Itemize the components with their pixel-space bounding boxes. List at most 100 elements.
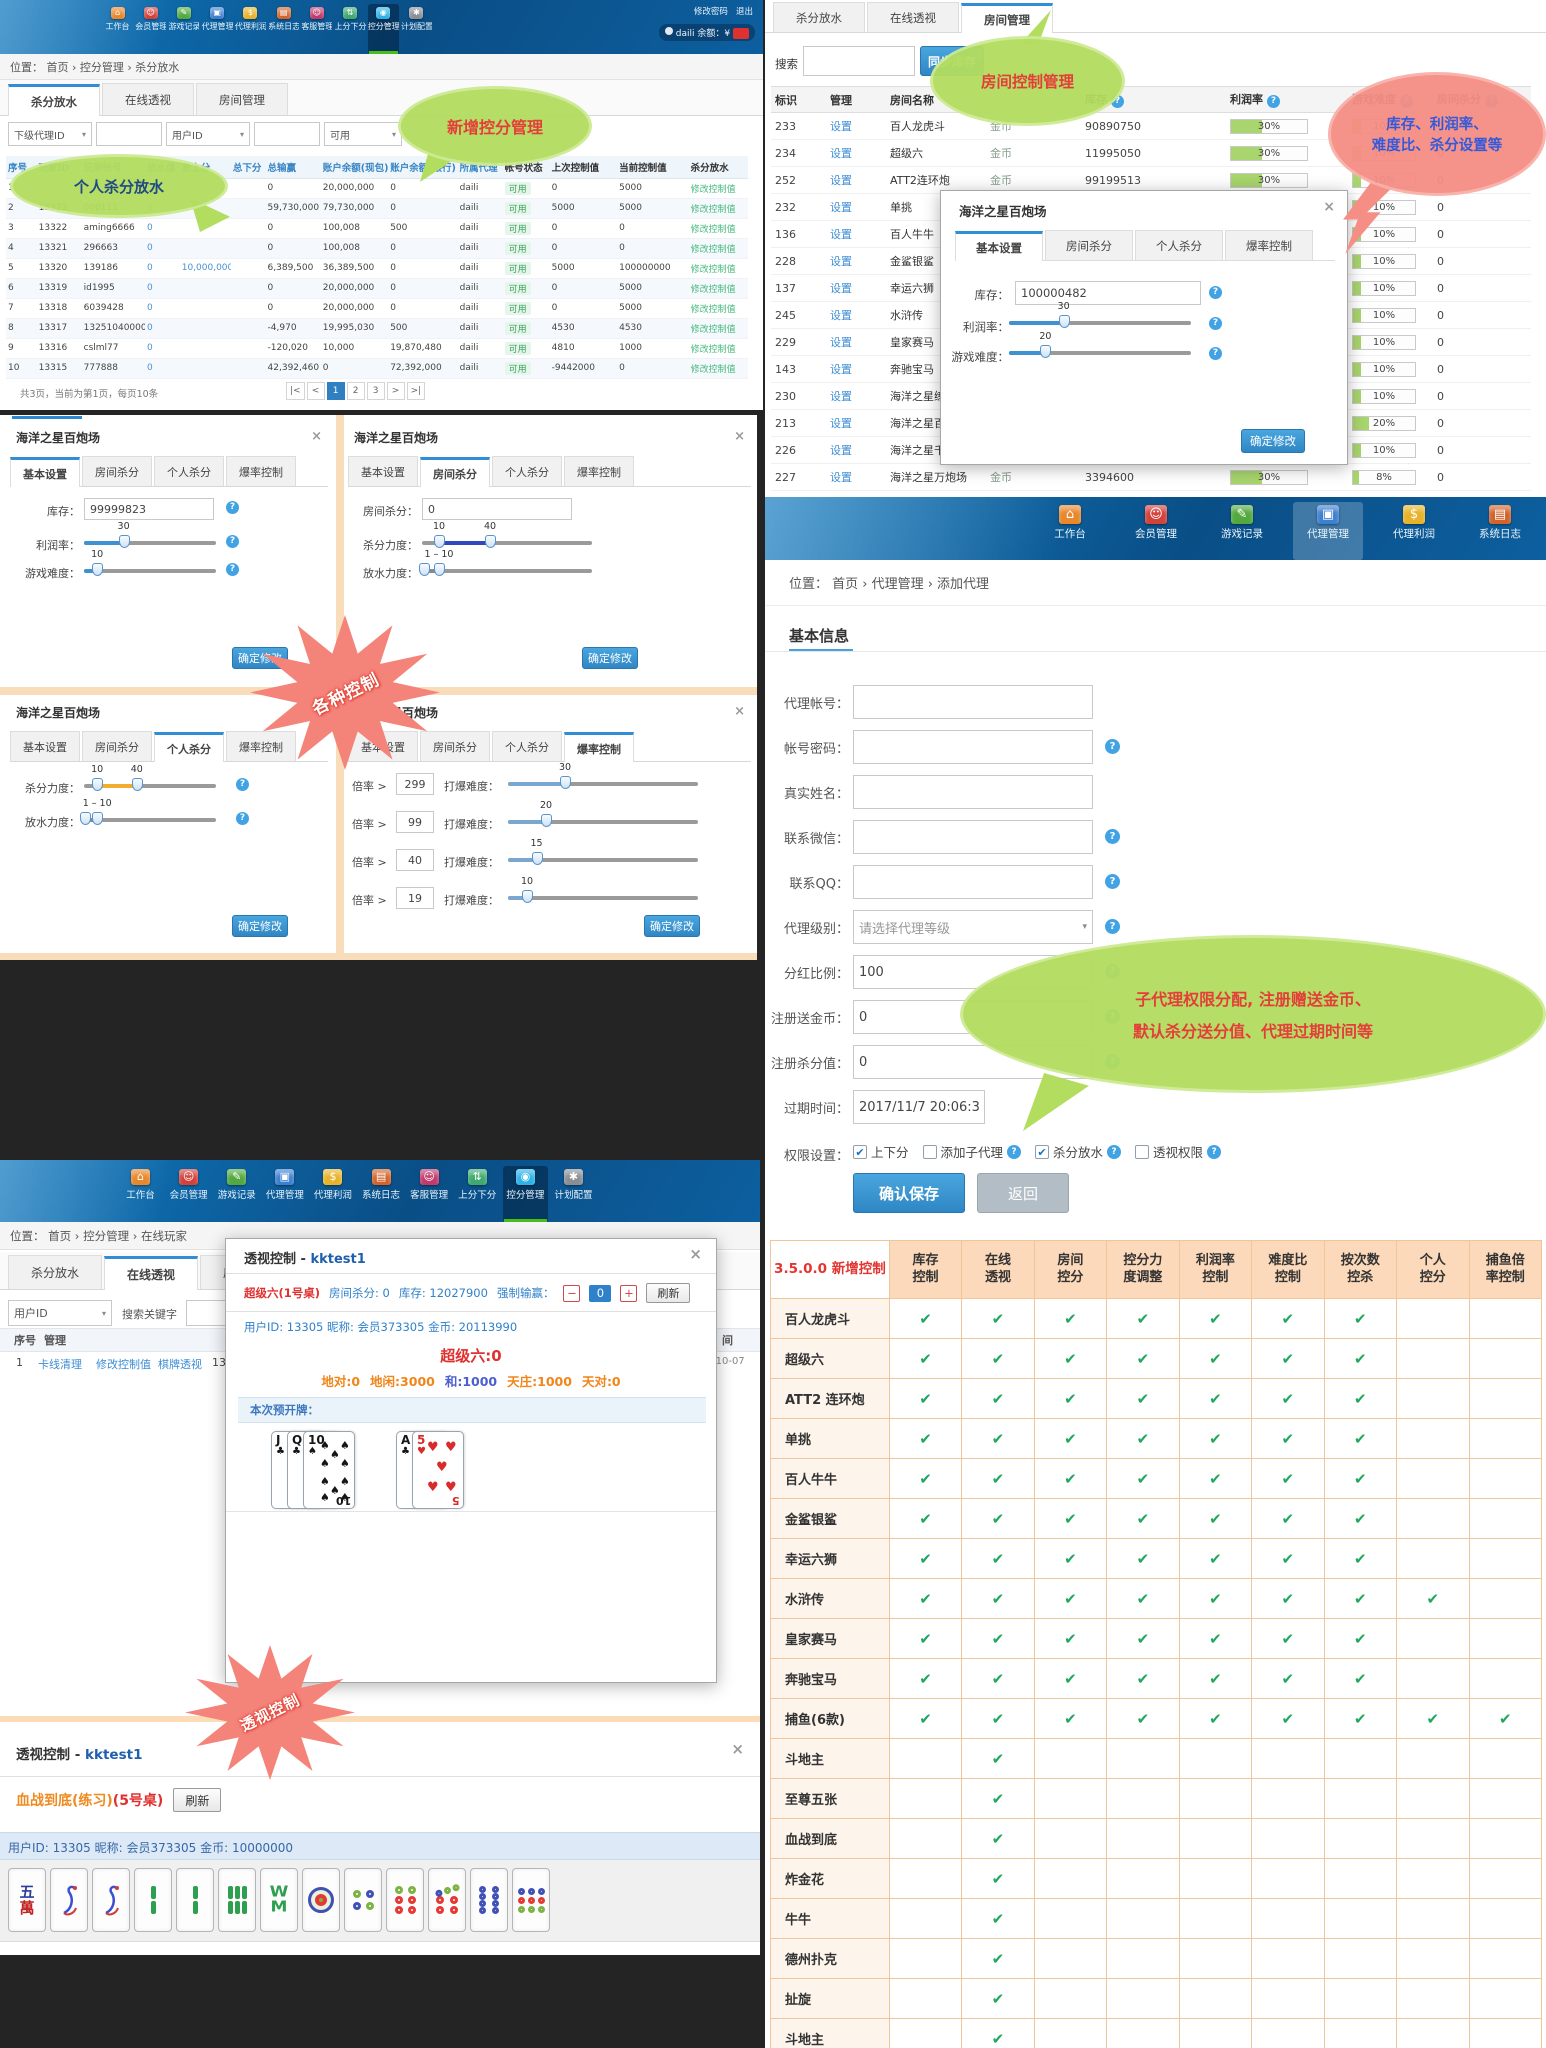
- nav-item-会员管理[interactable]: ☺会员管理: [1121, 502, 1191, 560]
- tab-在线透视[interactable]: 在线透视: [102, 83, 194, 115]
- room-search-input[interactable]: [803, 46, 915, 76]
- nav-item-代理利润[interactable]: $代理利润: [1379, 502, 1449, 560]
- tab-爆率控制[interactable]: 爆率控制: [226, 456, 296, 486]
- modify-control-link[interactable]: 修改控制值: [691, 205, 736, 215]
- checkbox[interactable]: ✔: [853, 1145, 867, 1159]
- stock-input[interactable]: [1015, 281, 1201, 305]
- slider[interactable]: 1 – 10: [422, 561, 592, 579]
- nav-item-游戏记录[interactable]: ✎游戏记录: [168, 4, 199, 54]
- nav-item-会员管理[interactable]: ☺会员管理: [135, 4, 166, 54]
- close-icon[interactable]: ×: [689, 1245, 702, 1263]
- room-settings-link[interactable]: 设置: [830, 471, 852, 484]
- force-value[interactable]: 0: [589, 1285, 611, 1302]
- checkbox[interactable]: [923, 1145, 937, 1159]
- room-settings-link[interactable]: 设置: [830, 174, 852, 187]
- checkbox[interactable]: ✔: [1035, 1145, 1049, 1159]
- confirm-modify-button[interactable]: 确定修改: [1241, 429, 1305, 453]
- nav-item-控分管理[interactable]: ◉控分管理: [368, 4, 399, 54]
- perm-上下分[interactable]: ✔上下分: [853, 1142, 909, 1161]
- plus-button[interactable]: +: [620, 1285, 637, 1302]
- multiplier-input[interactable]: [396, 773, 434, 795]
- multiplier-input[interactable]: [396, 811, 434, 833]
- nav-item-客服管理[interactable]: ☺客服管理: [407, 1166, 452, 1222]
- tab-个人杀分[interactable]: 个人杀分: [154, 732, 224, 762]
- slider[interactable]: 15: [508, 850, 698, 868]
- room-settings-link[interactable]: 设置: [830, 120, 852, 133]
- form-input[interactable]: [853, 865, 1093, 899]
- tab-房间杀分[interactable]: 房间杀分: [1045, 230, 1133, 260]
- tab-基本设置[interactable]: 基本设置: [10, 731, 80, 761]
- modify-control-link[interactable]: 修改控制值: [691, 225, 736, 235]
- confirm-modify-button[interactable]: 确定修改: [582, 647, 638, 669]
- user-id-input[interactable]: [254, 122, 320, 146]
- slider[interactable]: 1040: [84, 776, 216, 794]
- tab-爆率控制[interactable]: 爆率控制: [564, 732, 634, 762]
- tab-个人杀分[interactable]: 个人杀分: [492, 731, 562, 761]
- sub-agent-id-input[interactable]: [96, 122, 162, 146]
- pager-button-3[interactable]: 3: [367, 382, 385, 400]
- checkbox[interactable]: [1135, 1145, 1149, 1159]
- user-id-select[interactable]: 用户ID▾: [166, 122, 250, 146]
- confirm-modify-button[interactable]: 确定修改: [232, 915, 288, 937]
- nav-item-代理管理[interactable]: ▣代理管理: [202, 4, 233, 54]
- pager-button-<[interactable]: <: [307, 382, 325, 400]
- row-link-卡线清理[interactable]: 卡线清理: [38, 1356, 82, 1372]
- tab-爆率控制[interactable]: 爆率控制: [564, 456, 634, 486]
- slider[interactable]: 30: [508, 774, 698, 792]
- nav-item-上分下分[interactable]: ⇅上分下分: [335, 4, 366, 54]
- form-input[interactable]: [853, 775, 1093, 809]
- form-input[interactable]: [853, 820, 1093, 854]
- difficulty-slider[interactable]: 20: [1009, 343, 1191, 361]
- perm-添加子代理[interactable]: 添加子代理?: [923, 1142, 1022, 1161]
- room-settings-link[interactable]: 设置: [830, 201, 852, 214]
- room-settings-link[interactable]: 设置: [830, 255, 852, 268]
- tab-个人杀分[interactable]: 个人杀分: [1135, 230, 1223, 260]
- user-id-filter-select[interactable]: 用户ID▾: [8, 1300, 112, 1326]
- room-settings-link[interactable]: 设置: [830, 147, 852, 160]
- pager-button->|[interactable]: >|: [407, 382, 426, 400]
- confirm-modify-button[interactable]: 确定修改: [644, 915, 700, 937]
- tab-在线透视[interactable]: 在线透视: [104, 1256, 198, 1290]
- modify-control-link[interactable]: 修改控制值: [691, 285, 736, 295]
- nav-item-代理利润[interactable]: $代理利润: [310, 1166, 355, 1222]
- nav-item-计划配置[interactable]: ✱计划配置: [401, 4, 432, 54]
- nav-item-系统日志[interactable]: ▤系统日志: [359, 1166, 404, 1222]
- modify-control-link[interactable]: 修改控制值: [691, 305, 736, 315]
- pager-button-|<[interactable]: |<: [286, 382, 305, 400]
- multiplier-input[interactable]: [396, 849, 434, 871]
- pager-button->[interactable]: >: [387, 382, 405, 400]
- refresh-button[interactable]: 刷新: [173, 1788, 221, 1812]
- nav-item-系统日志[interactable]: ▤系统日志: [268, 4, 299, 54]
- tab-房间杀分[interactable]: 房间杀分: [82, 731, 152, 761]
- profit-slider[interactable]: 30: [1009, 313, 1191, 331]
- logout-link[interactable]: 退出: [736, 7, 753, 17]
- nav-item-代理管理[interactable]: ▣代理管理: [262, 1166, 307, 1222]
- close-icon[interactable]: ×: [311, 429, 322, 444]
- nav-item-工作台[interactable]: ⌂工作台: [102, 4, 133, 54]
- modify-control-link[interactable]: 修改控制值: [691, 245, 736, 255]
- tab-房间杀分[interactable]: 房间杀分: [420, 457, 490, 487]
- field-input[interactable]: [422, 498, 572, 520]
- close-icon[interactable]: ×: [1323, 199, 1335, 215]
- sub-agent-id-select[interactable]: 下级代理ID▾: [8, 122, 92, 146]
- tab-个人杀分[interactable]: 个人杀分: [492, 456, 562, 486]
- slider[interactable]: 10: [508, 888, 698, 906]
- nav-item-游戏记录[interactable]: ✎游戏记录: [1207, 502, 1277, 560]
- tab-个人杀分[interactable]: 个人杀分: [154, 456, 224, 486]
- nav-item-代理管理[interactable]: ▣代理管理: [1293, 502, 1363, 560]
- modify-control-link[interactable]: 修改控制值: [691, 265, 736, 275]
- close-icon[interactable]: ×: [731, 1740, 744, 1758]
- room-settings-link[interactable]: 设置: [830, 309, 852, 322]
- slider[interactable]: 30: [84, 533, 216, 551]
- tab-基本设置[interactable]: 基本设置: [955, 231, 1043, 261]
- nav-item-工作台[interactable]: ⌂工作台: [1035, 502, 1105, 560]
- nav-item-工作台[interactable]: ⌂工作台: [118, 1166, 163, 1222]
- pager-button-1[interactable]: 1: [327, 382, 345, 400]
- tab-房间杀分[interactable]: 房间杀分: [82, 456, 152, 486]
- room-settings-link[interactable]: 设置: [830, 444, 852, 457]
- form-input[interactable]: [853, 1090, 985, 1124]
- modify-control-link[interactable]: 修改控制值: [691, 325, 736, 335]
- back-button[interactable]: 返回: [977, 1173, 1069, 1213]
- tab-爆率控制[interactable]: 爆率控制: [1225, 230, 1313, 260]
- room-settings-link[interactable]: 设置: [830, 363, 852, 376]
